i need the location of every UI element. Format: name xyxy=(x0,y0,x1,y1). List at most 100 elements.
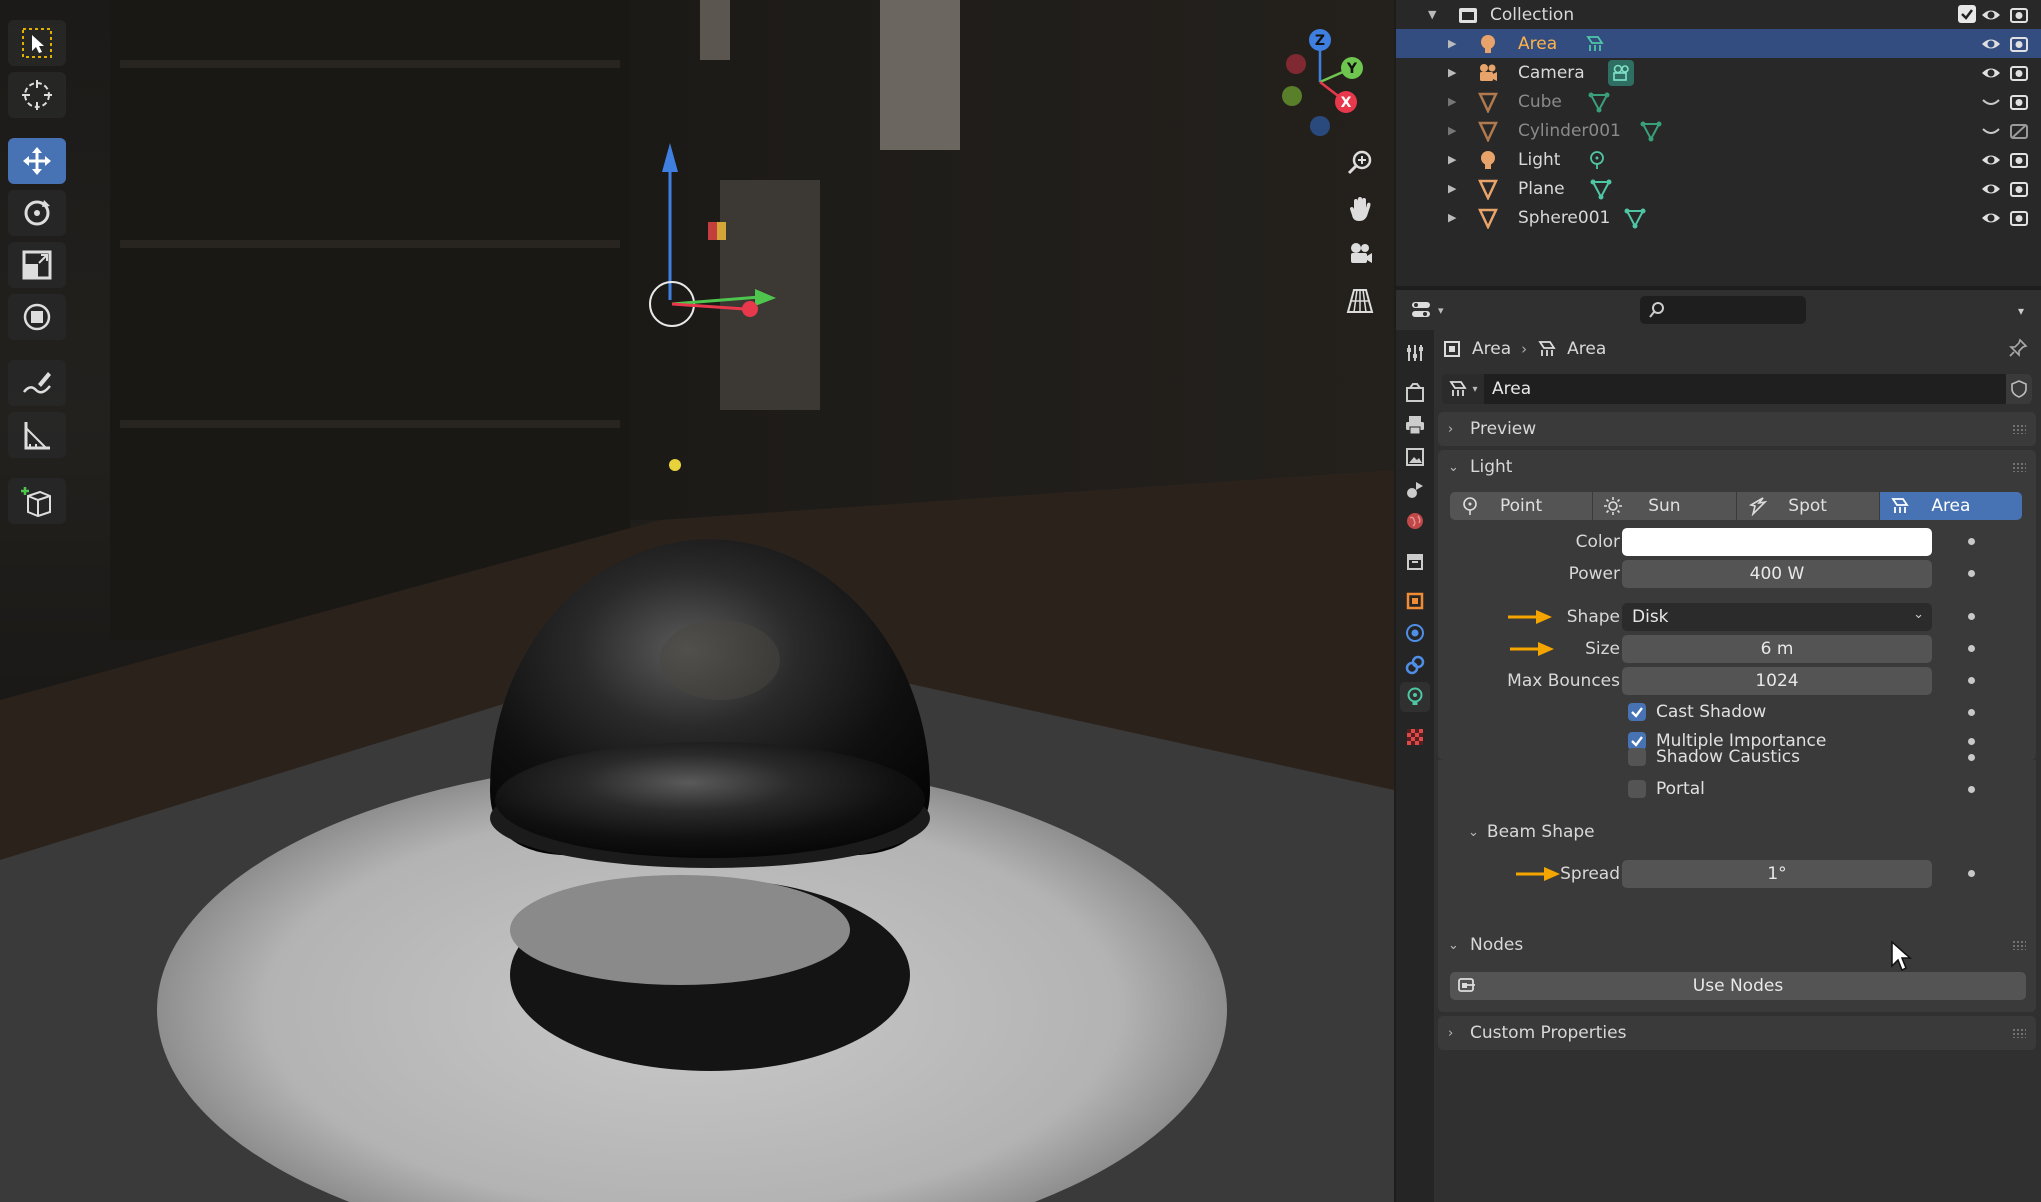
keyframe-dot-icon[interactable] xyxy=(1968,538,1975,545)
outliner-row-camera[interactable]: ▶ Camera xyxy=(1396,58,2041,87)
keyframe-dot-icon[interactable] xyxy=(1968,786,1975,793)
eye-icon[interactable] xyxy=(1980,149,2002,171)
tab-render[interactable] xyxy=(1400,378,1430,408)
measure-tool[interactable] xyxy=(8,412,66,458)
drag-handle[interactable] xyxy=(2012,462,2026,472)
render-camera-icon[interactable] xyxy=(2008,149,2030,171)
point-light-data-icon[interactable] xyxy=(1584,147,1610,173)
annotate-tool[interactable] xyxy=(8,360,66,406)
cursor-tool[interactable] xyxy=(8,72,66,118)
mesh-data-icon[interactable] xyxy=(1586,89,1612,115)
tab-light-data[interactable] xyxy=(1400,682,1430,712)
outliner-row-sphere001[interactable]: ▶ Sphere001 xyxy=(1396,203,2041,232)
tab-constraints[interactable] xyxy=(1400,650,1430,680)
zoom-button[interactable] xyxy=(1340,146,1380,180)
rotate-tool[interactable] xyxy=(8,190,66,236)
datablock-name-field[interactable]: Area xyxy=(1484,379,2006,399)
eye-icon[interactable] xyxy=(1980,207,2002,229)
shadow-caustics-checkbox[interactable] xyxy=(1628,748,1646,766)
tab-collection[interactable] xyxy=(1400,546,1430,576)
expand-arrow-icon[interactable]: ▶ xyxy=(1448,153,1462,166)
navigation-gizmo[interactable]: Z Y X xyxy=(1260,22,1380,142)
keyframe-dot-icon[interactable] xyxy=(1968,754,1975,761)
panel-preview-header[interactable]: › Preview xyxy=(1438,412,2036,446)
expand-arrow-icon[interactable]: ▶ xyxy=(1448,124,1462,137)
eye-closed-icon[interactable] xyxy=(1980,120,2002,142)
spread-field[interactable]: 1° xyxy=(1622,860,1932,888)
cast-shadow-checkbox[interactable] xyxy=(1628,703,1646,721)
render-disabled-icon[interactable] xyxy=(2008,120,2030,142)
transform-tool[interactable] xyxy=(8,294,66,340)
outliner-row-plane[interactable]: ▶ Plane xyxy=(1396,174,2041,203)
light-type-spot[interactable]: Spot xyxy=(1736,492,1879,520)
datablock-browse-button[interactable]: ▾ xyxy=(1442,374,1484,404)
outliner-row-cylinder001[interactable]: ▶ Cylinder001 xyxy=(1396,116,2041,145)
area-light-data-icon[interactable] xyxy=(1582,31,1608,57)
keyframe-dot-icon[interactable] xyxy=(1968,677,1975,684)
mesh-data-icon[interactable] xyxy=(1638,118,1664,144)
drag-handle[interactable] xyxy=(2012,1028,2026,1038)
perspective-toggle-button[interactable] xyxy=(1340,284,1380,318)
keyframe-dot-icon[interactable] xyxy=(1968,709,1975,716)
subpanel-beam-shape-header[interactable]: ⌄ Beam Shape xyxy=(1468,818,1595,846)
size-field[interactable]: 6 m xyxy=(1622,635,1932,663)
light-type-point[interactable]: Point xyxy=(1450,492,1593,520)
outliner-row-light[interactable]: ▶ Light xyxy=(1396,145,2041,174)
collection-row[interactable]: ▼ Collection xyxy=(1396,0,2041,29)
mesh-data-icon[interactable] xyxy=(1622,205,1648,231)
color-swatch[interactable] xyxy=(1622,528,1932,556)
render-camera-icon[interactable] xyxy=(2008,178,2030,200)
tab-physics[interactable] xyxy=(1400,618,1430,648)
light-type-sun[interactable]: Sun xyxy=(1593,492,1736,520)
render-camera-icon[interactable] xyxy=(2008,4,2030,26)
tab-tool[interactable] xyxy=(1400,338,1430,368)
outliner-row-cube[interactable]: ▶ Cube xyxy=(1396,87,2041,116)
pin-button[interactable] xyxy=(2006,336,2030,360)
pan-button[interactable] xyxy=(1340,192,1380,226)
portal-checkbox[interactable] xyxy=(1628,780,1646,798)
max-bounces-field[interactable]: 1024 xyxy=(1622,667,1932,695)
eye-closed-icon[interactable] xyxy=(1980,91,2002,113)
move-tool[interactable] xyxy=(8,138,66,184)
expand-arrow-icon[interactable]: ▶ xyxy=(1448,182,1462,195)
options-button[interactable]: ▾ xyxy=(2008,298,2034,324)
tab-output[interactable] xyxy=(1400,410,1430,440)
panel-custom-properties-header[interactable]: › Custom Properties xyxy=(1438,1016,2036,1050)
eye-icon[interactable] xyxy=(1980,178,2002,200)
camera-view-button[interactable] xyxy=(1340,238,1380,272)
shape-dropdown[interactable]: Disk ⌄ xyxy=(1622,603,1932,631)
tab-object[interactable] xyxy=(1400,586,1430,616)
panel-nodes-header[interactable]: ⌄ Nodes xyxy=(1438,928,2036,962)
use-nodes-button[interactable]: Use Nodes xyxy=(1450,972,2026,1000)
eye-icon[interactable] xyxy=(1980,4,2002,26)
properties-search-input[interactable] xyxy=(1640,296,1806,324)
outliner-row-area[interactable]: ▶ Area xyxy=(1396,29,2041,58)
tab-texture[interactable] xyxy=(1400,722,1430,752)
3d-viewport[interactable]: Z Y X xyxy=(0,0,1394,1202)
keyframe-dot-icon[interactable] xyxy=(1968,645,1975,652)
fake-user-button[interactable] xyxy=(2006,374,2032,404)
collapse-arrow-icon[interactable]: ▼ xyxy=(1428,8,1442,21)
render-camera-icon[interactable] xyxy=(2008,207,2030,229)
render-camera-icon[interactable] xyxy=(2008,91,2030,113)
eye-icon[interactable] xyxy=(1980,62,2002,84)
exclude-checkbox[interactable] xyxy=(1958,5,1976,23)
add-cube-tool[interactable] xyxy=(8,478,66,524)
tab-view-layer[interactable] xyxy=(1400,442,1430,472)
light-type-area[interactable]: Area xyxy=(1879,492,2022,520)
eye-icon[interactable] xyxy=(1980,33,2002,55)
tab-world[interactable] xyxy=(1400,506,1430,536)
camera-data-icon[interactable] xyxy=(1608,59,1634,86)
editor-type-button[interactable]: ▾ xyxy=(1410,296,1454,324)
render-camera-icon[interactable] xyxy=(2008,33,2030,55)
select-box-tool[interactable] xyxy=(8,20,66,66)
expand-arrow-icon[interactable]: ▶ xyxy=(1448,66,1462,79)
keyframe-dot-icon[interactable] xyxy=(1968,613,1975,620)
scale-tool[interactable] xyxy=(8,242,66,288)
light-datablock-selector[interactable]: ▾ Area xyxy=(1442,374,2032,404)
render-camera-icon[interactable] xyxy=(2008,62,2030,84)
drag-handle[interactable] xyxy=(2012,424,2026,434)
keyframe-dot-icon[interactable] xyxy=(1968,570,1975,577)
panel-light-header[interactable]: ⌄ Light xyxy=(1438,450,2036,484)
power-field[interactable]: 400 W xyxy=(1622,560,1932,588)
